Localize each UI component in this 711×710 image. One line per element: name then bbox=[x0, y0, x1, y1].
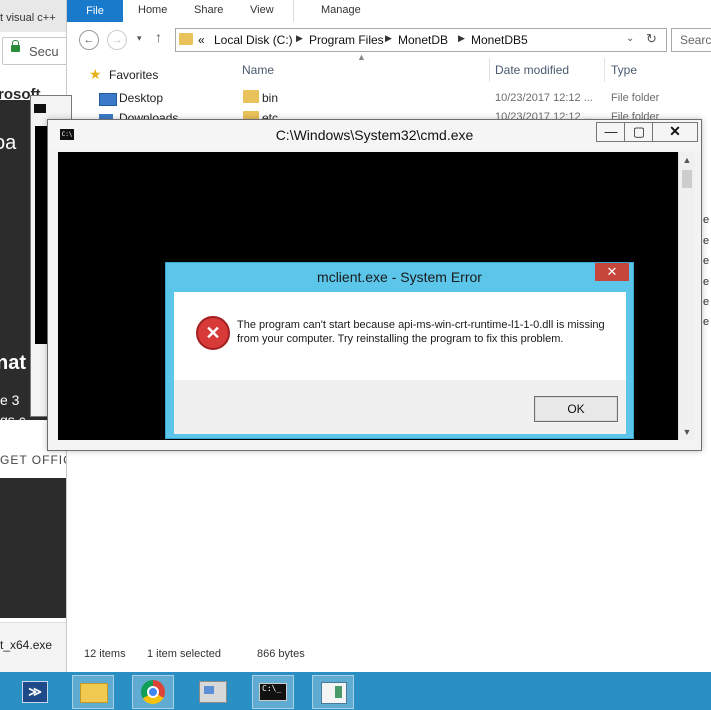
dialog-footer: OK bbox=[174, 380, 626, 434]
desktop-icon bbox=[99, 93, 117, 106]
refresh-icon[interactable]: ↻ bbox=[646, 31, 657, 47]
up-button[interactable]: ↑ bbox=[155, 29, 162, 45]
star-icon: ★ bbox=[89, 66, 102, 82]
ribbon-tab-file[interactable]: File bbox=[67, 0, 123, 22]
hero-promo-title: nat bbox=[0, 352, 26, 374]
scroll-down-icon[interactable]: ▼ bbox=[679, 424, 695, 440]
breadcrumb-monetdb5[interactable]: MonetDB5 bbox=[471, 33, 528, 47]
dialog-title-bar[interactable]: mclient.exe - System Error bbox=[166, 263, 633, 289]
type-cell-fragment: e bbox=[703, 214, 710, 226]
maximize-button[interactable]: ▢ bbox=[624, 122, 654, 142]
chrome-icon bbox=[141, 680, 165, 704]
application-icon bbox=[321, 682, 347, 704]
close-button[interactable]: ✕ bbox=[652, 122, 698, 142]
taskbar-app[interactable] bbox=[312, 675, 354, 709]
breadcrumb-overflow[interactable]: « bbox=[198, 33, 205, 47]
scroll-thumb[interactable] bbox=[682, 170, 692, 188]
ribbon-tab-share[interactable]: Share bbox=[194, 4, 223, 16]
status-item-count: 12 items bbox=[84, 648, 126, 660]
hero-promo-line: gs c bbox=[0, 412, 26, 428]
address-bar[interactable]: « Local Disk (C:) ▶ Program Files ▶ Mone… bbox=[175, 28, 667, 52]
taskbar: ≫ C:\_ bbox=[0, 672, 711, 710]
back-button[interactable]: ← bbox=[79, 30, 99, 50]
file-name: bin bbox=[262, 91, 279, 105]
status-selection: 1 item selected bbox=[147, 648, 221, 660]
nav-item-desktop[interactable]: Desktop bbox=[119, 91, 163, 105]
cmd-icon: C:\_ bbox=[259, 683, 287, 701]
download-file-item[interactable]: t_x64.exe bbox=[0, 638, 52, 652]
file-date: 10/23/2017 12:12 ... bbox=[495, 92, 593, 104]
breadcrumb-program-files[interactable]: Program Files bbox=[309, 33, 384, 47]
folder-icon bbox=[179, 33, 193, 45]
folder-icon bbox=[243, 90, 259, 103]
dialog-title: mclient.exe - System Error bbox=[317, 269, 482, 285]
error-icon: ✕ bbox=[196, 316, 230, 350]
vertical-scrollbar[interactable]: ▲ ▼ bbox=[678, 152, 695, 440]
file-type: File folder bbox=[611, 92, 660, 104]
console-area bbox=[35, 126, 47, 344]
status-bar: 12 items 1 item selected 866 bytes bbox=[67, 642, 711, 672]
lock-icon bbox=[11, 40, 20, 52]
status-size: 866 bytes bbox=[257, 648, 305, 660]
recent-locations-dropdown[interactable]: ▾ bbox=[137, 33, 142, 44]
forward-button[interactable]: → bbox=[107, 30, 127, 50]
column-header-type[interactable]: Type bbox=[611, 63, 637, 91]
minimize-button[interactable]: — bbox=[596, 122, 626, 142]
nav-favorites[interactable]: Favorites bbox=[109, 68, 158, 82]
taskbar-cmd[interactable]: C:\_ bbox=[252, 675, 294, 709]
ok-button[interactable]: OK bbox=[534, 396, 618, 422]
type-cell-fragment: e bbox=[703, 255, 710, 267]
sort-arrow-icon: ▲ bbox=[357, 52, 366, 62]
ribbon-tab-home[interactable]: Home bbox=[138, 4, 167, 16]
cmd-icon bbox=[34, 104, 46, 113]
ribbon-tab-manage[interactable]: Manage bbox=[321, 4, 361, 16]
breadcrumb-monetdb[interactable]: MonetDB bbox=[398, 33, 448, 47]
powershell-icon: ≫ bbox=[22, 681, 48, 703]
hero-heading: oa bbox=[0, 132, 17, 154]
type-cell-fragment: e bbox=[703, 235, 710, 247]
server-manager-icon bbox=[199, 681, 227, 703]
column-divider[interactable] bbox=[489, 58, 490, 82]
taskbar-file-explorer[interactable] bbox=[72, 675, 114, 709]
column-header-date[interactable]: Date modified bbox=[495, 63, 569, 91]
browser-tab-title[interactable]: t visual c++ bbox=[0, 12, 56, 24]
system-error-dialog: mclient.exe - System Error ✕ ✕ The progr… bbox=[165, 262, 634, 439]
browser-tab-bar: t visual c++ bbox=[0, 0, 66, 32]
dialog-body: ✕ The program can't start because api-ms… bbox=[174, 292, 626, 380]
dialog-close-button[interactable]: ✕ bbox=[595, 263, 629, 281]
navigation-bar: ← → ▾ ↑ « Local Disk (C:) ▶ Program File… bbox=[67, 22, 711, 56]
taskbar-chrome[interactable] bbox=[132, 675, 174, 709]
hero-promo-line: e 3 bbox=[0, 392, 20, 408]
browser-address-bar[interactable]: Secu bbox=[2, 37, 66, 65]
get-office-link[interactable]: GET OFFIC bbox=[0, 453, 66, 467]
search-placeholder: Search bbox=[680, 33, 711, 47]
address-text: Secu bbox=[29, 44, 59, 59]
type-cell-fragment: e bbox=[703, 276, 710, 288]
file-explorer-icon bbox=[80, 683, 108, 703]
ribbon-tab-view[interactable]: View bbox=[250, 4, 274, 16]
ribbon-separator bbox=[293, 0, 294, 22]
promo-image bbox=[0, 478, 66, 618]
chevron-down-icon[interactable]: ⌄ bbox=[626, 33, 634, 44]
search-input[interactable]: Search bbox=[671, 28, 711, 52]
breadcrumb-separator-icon[interactable]: ▶ bbox=[296, 33, 303, 44]
breadcrumb-local-disk[interactable]: Local Disk (C:) bbox=[214, 33, 293, 47]
breadcrumb-separator-icon[interactable]: ▶ bbox=[458, 33, 465, 44]
ribbon-tabs: File Home Share View Manage bbox=[67, 0, 711, 23]
type-cell-fragment: e bbox=[703, 316, 710, 328]
breadcrumb-separator-icon[interactable]: ▶ bbox=[385, 33, 392, 44]
cmd-title-bar[interactable]: C:\ C:\Windows\System32\cmd.exe — ▢ ✕ bbox=[48, 120, 701, 150]
error-message: The program can't start because api-ms-w… bbox=[237, 319, 605, 345]
type-cell-fragment: e bbox=[703, 296, 710, 308]
column-header-name[interactable]: Name bbox=[242, 63, 274, 91]
scroll-up-icon[interactable]: ▲ bbox=[679, 152, 695, 168]
taskbar-server-manager[interactable] bbox=[192, 675, 232, 707]
taskbar-powershell[interactable]: ≫ bbox=[14, 675, 54, 707]
column-divider[interactable] bbox=[604, 58, 605, 82]
